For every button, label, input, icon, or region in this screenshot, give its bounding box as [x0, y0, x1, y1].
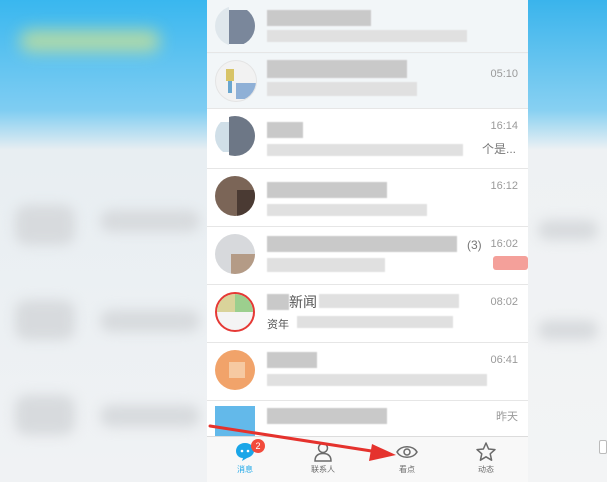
message-time: 16:14: [490, 120, 518, 132]
blurred-preview: [267, 204, 427, 216]
message-time: 16:02: [490, 238, 518, 250]
avatar: [215, 292, 255, 332]
unread-badge: 2: [251, 439, 265, 453]
message-time: 08:02: [490, 296, 518, 308]
conversation-row[interactable]: [207, 0, 528, 53]
blurred-background-left: [0, 0, 207, 482]
tab-kandian[interactable]: 看点: [377, 439, 437, 482]
blurred-preview: [267, 30, 467, 42]
tab-dynamics[interactable]: 动态: [456, 439, 516, 482]
blurred-text: [100, 210, 200, 232]
message-time: 昨天: [496, 411, 518, 423]
blurred-name: [267, 182, 387, 198]
message-subtitle-fragment: 资年: [267, 319, 289, 331]
avatar: [215, 176, 255, 216]
conversation-row[interactable]: 新闻 资年 08:02: [207, 286, 528, 343]
conversation-row[interactable]: 05:10: [207, 54, 528, 109]
tab-contacts[interactable]: 联系人: [293, 439, 353, 482]
tab-label: 消息: [237, 465, 253, 474]
blurred-avatar: [15, 395, 75, 435]
tab-label: 联系人: [311, 465, 335, 474]
tab-messages[interactable]: 2 消息: [215, 439, 275, 482]
blurred-avatar: [15, 205, 75, 245]
avatar: [215, 234, 255, 274]
message-time: 05:10: [490, 68, 518, 80]
blurred-name: [267, 352, 317, 368]
conversation-row[interactable]: 16:12: [207, 170, 528, 227]
blurred-avatar: [15, 300, 75, 340]
avatar: [215, 406, 255, 436]
scroll-indicator: [599, 440, 607, 454]
blurred-text: [100, 405, 200, 427]
unread-count: (3): [467, 238, 482, 252]
unread-badge: [493, 256, 528, 270]
blurred-preview: [267, 258, 385, 272]
blurred-name: [267, 236, 457, 252]
eye-icon: [396, 446, 418, 458]
blurred-text: [538, 320, 598, 340]
blurred-preview: [267, 144, 463, 156]
avatar: [215, 6, 255, 46]
blurred-preview: [267, 374, 487, 386]
person-icon: [314, 442, 332, 462]
blurred-title-fragment: [20, 30, 160, 52]
blurred-background-right: [528, 0, 607, 482]
tab-label: 动态: [478, 465, 494, 474]
blurred-text: [100, 310, 200, 332]
blurred-name: [267, 122, 303, 138]
blurred-preview: [297, 316, 453, 328]
message-title-fragment: 新闻: [289, 294, 317, 310]
blurred-name: [267, 294, 289, 310]
conversation-row[interactable]: 16:14 个是...: [207, 110, 528, 169]
star-icon: [476, 442, 496, 461]
conversation-row[interactable]: 昨天: [207, 402, 528, 436]
message-preview-tail: 个是...: [481, 142, 516, 156]
blurred-name: [267, 408, 387, 424]
blurred-preview: [267, 82, 417, 96]
conversation-row[interactable]: (3) 16:02: [207, 228, 528, 285]
blurred-name: [267, 10, 371, 26]
message-time: 16:12: [490, 180, 518, 192]
phone-screen: 05:10 16:14 个是... 16:12 (3) 16:02 新闻 资年 …: [207, 0, 528, 482]
tab-label: 看点: [399, 465, 415, 474]
blurred-text: [538, 220, 598, 240]
conversation-row[interactable]: 06:41: [207, 344, 528, 401]
avatar: [215, 116, 255, 156]
message-time: 06:41: [490, 354, 518, 366]
avatar: [215, 60, 257, 102]
avatar: [215, 350, 255, 390]
blurred-name: [267, 60, 407, 78]
blurred-name: [319, 294, 459, 308]
bottom-tab-bar: 2 消息 联系人 看点 动态: [207, 436, 528, 482]
